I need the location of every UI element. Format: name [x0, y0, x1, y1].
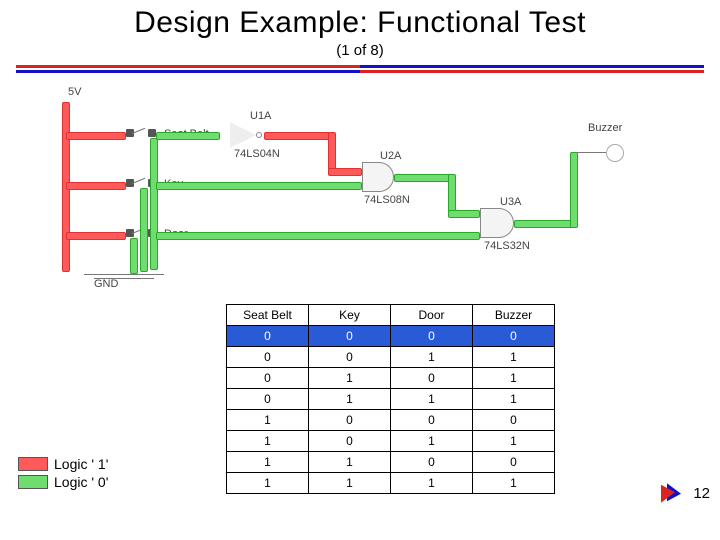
title-divider [16, 65, 704, 73]
legend: Logic ' 1' Logic ' 0' [18, 456, 108, 492]
u3a-label: U3A [500, 196, 521, 208]
table-cell: 0 [227, 347, 309, 368]
swatch-logic-0 [18, 475, 48, 489]
legend-logic-0-label: Logic ' 0' [54, 474, 108, 490]
inverter-body [230, 122, 256, 148]
legend-logic-1: Logic ' 1' [18, 456, 108, 472]
th-key: Key [309, 305, 391, 326]
table-cell: 0 [309, 410, 391, 431]
u1a-part: 74LS04N [234, 148, 280, 160]
gnd-wire [84, 274, 164, 275]
table-cell: 1 [391, 431, 473, 452]
table-row: 1000 [227, 410, 555, 431]
or-gate-body [480, 208, 514, 238]
table-cell: 0 [391, 368, 473, 389]
swatch-logic-1 [18, 457, 48, 471]
table-cell: 1 [309, 389, 391, 410]
table-row: 0000 [227, 326, 555, 347]
table-row: 1100 [227, 452, 555, 473]
and-in-a [328, 168, 362, 176]
u2a-label: U2A [380, 150, 401, 162]
table-row: 1011 [227, 431, 555, 452]
table-cell: 0 [227, 368, 309, 389]
th-door: Door [391, 305, 473, 326]
table-cell: 1 [309, 368, 391, 389]
table-cell: 0 [391, 326, 473, 347]
buzzer-label: Buzzer [588, 122, 622, 134]
table-cell: 1 [227, 473, 309, 494]
seatbelt-pulldown [150, 138, 158, 270]
table-cell: 0 [227, 389, 309, 410]
u3a-part: 74LS32N [484, 240, 530, 252]
table-row: 0101 [227, 368, 555, 389]
circuit-schematic: 5V Seat.Belt Key Door GND U1A 74LS04N U2… [28, 92, 698, 304]
th-seatbelt: Seat Belt [227, 305, 309, 326]
table-cell: 0 [473, 410, 555, 431]
u1a-label: U1A [250, 110, 271, 122]
table-cell: 0 [309, 431, 391, 452]
or-in-a [448, 210, 480, 218]
legend-logic-0: Logic ' 0' [18, 474, 108, 490]
branch-door [66, 232, 126, 240]
legend-logic-1-label: Logic ' 1' [54, 456, 108, 472]
truth-table-header: Seat Belt Key Door Buzzer [227, 305, 555, 326]
table-cell: 0 [473, 452, 555, 473]
branch-seatbelt [66, 132, 126, 140]
table-cell: 1 [391, 473, 473, 494]
key-net [156, 182, 362, 190]
page-footer: 12 [661, 482, 710, 504]
table-cell: 1 [473, 389, 555, 410]
table-cell: 0 [391, 452, 473, 473]
and-gate-body [362, 162, 394, 192]
table-cell: 1 [473, 431, 555, 452]
table-cell: 0 [227, 326, 309, 347]
and-out-h [394, 174, 454, 182]
arrow-icon [661, 482, 687, 504]
buzzer-icon [606, 144, 624, 162]
door-pulldown [130, 238, 138, 274]
table-row: 0111 [227, 389, 555, 410]
branch-key [66, 182, 126, 190]
inverter-bubble [256, 132, 262, 138]
or-out-v [570, 152, 578, 228]
th-buzzer: Buzzer [473, 305, 555, 326]
table-cell: 1 [227, 431, 309, 452]
table-cell: 1 [227, 452, 309, 473]
rail-5v-label: 5V [68, 86, 81, 98]
table-cell: 0 [309, 347, 391, 368]
table-cell: 1 [309, 473, 391, 494]
gnd-wire-2 [94, 278, 154, 279]
gnd-label: GND [94, 278, 118, 290]
table-cell: 1 [473, 347, 555, 368]
sw-seatbelt-pad2 [148, 129, 156, 137]
seatbelt-net [156, 132, 220, 140]
table-cell: 1 [473, 368, 555, 389]
page-title: Design Example: Functional Test [0, 0, 720, 40]
u2a-part: 74LS08N [364, 194, 410, 206]
table-cell: 1 [391, 389, 473, 410]
table-row: 1111 [227, 473, 555, 494]
inv-out-h [264, 132, 334, 140]
table-cell: 1 [473, 473, 555, 494]
table-cell: 0 [473, 326, 555, 347]
or-out-h [514, 220, 576, 228]
table-cell: 1 [227, 410, 309, 431]
table-row: 0011 [227, 347, 555, 368]
table-cell: 0 [309, 326, 391, 347]
table-cell: 1 [391, 347, 473, 368]
table-cell: 1 [309, 452, 391, 473]
key-pulldown [140, 188, 148, 272]
truth-table: Seat Belt Key Door Buzzer 00000011010101… [226, 304, 555, 494]
page-subtitle: (1 of 8) [0, 42, 720, 59]
buzzer-lead [576, 152, 606, 153]
page-number: 12 [693, 485, 710, 502]
table-cell: 0 [391, 410, 473, 431]
door-net [156, 232, 480, 240]
